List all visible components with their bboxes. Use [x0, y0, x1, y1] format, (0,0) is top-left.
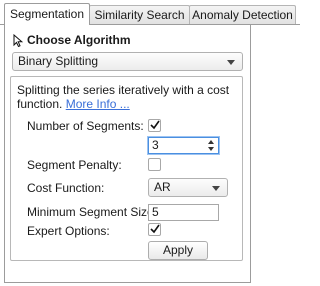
- expert-options-label: Expert Options:: [27, 224, 110, 238]
- chevron-down-icon: [212, 186, 220, 191]
- min-segment-size-field[interactable]: 5: [148, 204, 219, 221]
- more-info-link[interactable]: More Info ...: [66, 97, 130, 111]
- tab-segmentation[interactable]: Segmentation: [4, 3, 90, 25]
- expert-options-checkbox[interactable]: [148, 223, 161, 236]
- cursor-arrow-icon: [13, 33, 24, 47]
- num-segments-label: Number of Segments:: [27, 119, 144, 133]
- cost-function-select[interactable]: AR: [148, 178, 228, 197]
- algorithm-description: Splitting the series iteratively with a …: [17, 83, 232, 111]
- cost-function-label: Cost Function:: [27, 181, 105, 195]
- chevron-down-icon: [227, 60, 235, 65]
- algorithm-select-value: Binary Splitting: [18, 54, 99, 68]
- num-segments-spinbox[interactable]: 3: [148, 137, 219, 154]
- num-segments-checkbox[interactable]: [148, 119, 161, 132]
- tab-bar: Segmentation Similarity Search Anomaly D…: [0, 0, 300, 25]
- checkmark-icon: [150, 224, 160, 234]
- algorithm-select[interactable]: Binary Splitting: [12, 52, 243, 71]
- apply-button[interactable]: Apply: [148, 241, 208, 260]
- choose-algorithm-header: Choose Algorithm: [13, 33, 131, 47]
- spinner-up-icon[interactable]: [208, 140, 214, 144]
- spinner-buttons[interactable]: [206, 138, 218, 153]
- min-segment-size-value: 5: [152, 205, 159, 219]
- checkmark-icon: [150, 120, 160, 130]
- cost-function-value: AR: [154, 180, 171, 194]
- min-segment-size-label: Minimum Segment Size:: [27, 205, 158, 219]
- choose-algorithm-title: Choose Algorithm: [27, 33, 131, 47]
- num-segments-value: 3: [152, 138, 159, 152]
- spinner-down-icon[interactable]: [208, 147, 214, 151]
- tab-similarity-search[interactable]: Similarity Search: [89, 5, 190, 24]
- segment-penalty-label: Segment Penalty:: [27, 158, 122, 172]
- tab-anomaly-detection[interactable]: Anomaly Detection: [189, 5, 296, 24]
- segment-penalty-checkbox[interactable]: [148, 158, 161, 171]
